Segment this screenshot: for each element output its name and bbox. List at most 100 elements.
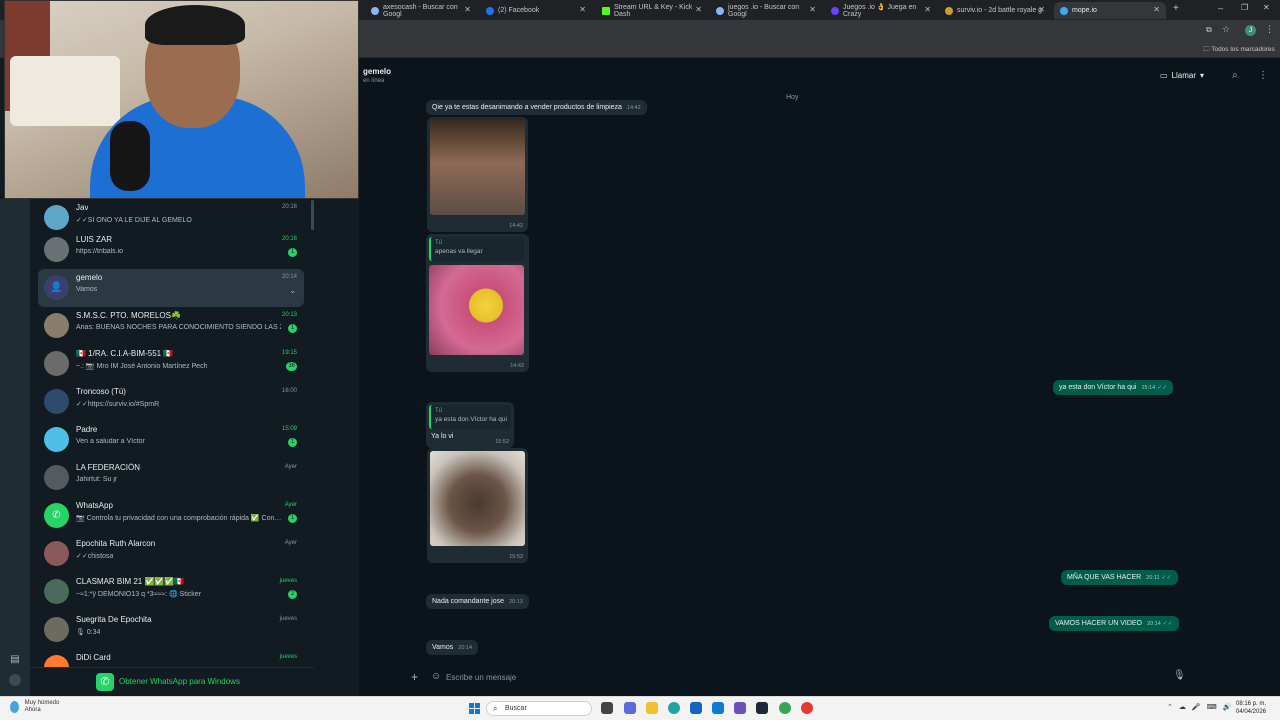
install-icon[interactable]: ⧉ [1206,25,1212,35]
chat-name: Troncoso (Tú) [76,387,126,396]
chat-name: Jav [76,203,89,212]
attach-plus-icon[interactable]: + [411,670,418,684]
profile-avatar[interactable] [9,674,21,686]
close-tab-icon[interactable]: ✕ [809,5,816,14]
chevron-down-icon: ▾ [1200,71,1205,80]
chat-item-clasmar[interactable]: CLASMAR BIM 21 ✅✅✅🇲🇽 ~≈1:*ÿ DEMONIO13 q … [38,573,304,611]
message-outgoing[interactable]: MÑA QUE VAS HACER 20:11 ✓✓ [1061,570,1178,585]
chat-time: 16:00 [281,388,297,394]
browser-tab[interactable]: (2) Facebook ✕ [480,2,592,19]
chat-item-la-federacion[interactable]: LA FEDERACIÓN Jahirtut: Su jr Ayer [38,459,304,497]
chat-item-gemelo[interactable]: 👤 gemelo Vamos 20:14 ⌄ [38,269,304,307]
microphone-icon[interactable]: 🎙 [1173,670,1186,681]
chat-name: LA FEDERACIÓN [76,463,141,472]
message-incoming-reply[interactable]: Tú ya esta don Víctor ha qui Ya lo vi 15… [426,402,514,448]
close-tab-icon[interactable]: ✕ [1153,5,1160,14]
chat-list: Jav ✓✓SI ONO YA LE DIJE AL GEMELO 20:16 … [30,199,314,667]
app-icon[interactable] [734,702,746,714]
steam-icon[interactable] [756,702,768,714]
edge-icon[interactable] [668,702,680,714]
chat-list-scrollbar[interactable] [311,200,314,230]
facebook-icon [486,6,494,15]
call-button[interactable]: ▭ Llamar ▾ [1160,71,1204,80]
webcam-person-hair [145,5,245,45]
kebab-menu-icon[interactable]: ⋮ [1265,24,1274,35]
chat-item-epochita[interactable]: Epochita Ruth Alarcon ✓✓chistosa Ayer [38,535,304,573]
conversation-header[interactable] [359,58,1280,92]
message-input[interactable] [446,670,1146,685]
chat-item-smsc[interactable]: S.M.S.C. PTO. MORELOS☘️ Arias: BUENAS NO… [38,307,304,345]
avatar [44,541,69,566]
media-icon[interactable]: ▤ [9,654,21,666]
browser-tab[interactable]: Juegos .io 👌 Juega en Crazy ✕ [825,2,937,19]
message-incoming[interactable]: Vamos 20:14 [426,640,479,655]
chat-name: DiDi Card [76,653,111,662]
minimize-icon[interactable]: – [1218,3,1223,13]
close-window-icon[interactable]: ✕ [1263,3,1270,12]
chat-time: 20:14 [281,274,297,280]
message-outgoing[interactable]: VAMOS HACER UN VIDEO 20:14 ✓✓ [1049,616,1179,631]
message-incoming[interactable]: Nada comandante jose 20:13 [426,594,529,609]
chat-name: S.M.S.C. PTO. MORELOS☘️ [76,311,181,320]
sticker-image[interactable] [429,265,524,355]
nav-rail: ▤ [0,199,30,696]
message-outgoing[interactable]: ya esta don Víctor ha qui 15:14 ✓✓ [1053,380,1174,395]
start-button[interactable] [469,703,480,714]
get-whatsapp-link[interactable]: Obtener WhatsApp para Windows [119,677,240,686]
kebab-menu-icon[interactable]: ⋮ [1258,70,1268,81]
all-bookmarks-link[interactable]: 🗀 Todos los marcadores [1203,45,1275,56]
chat-time: jueves [279,654,297,660]
chat-item-suegrita[interactable]: Suegrita De Epochita 🎙 0:34 jueves [38,611,304,649]
profile-avatar[interactable]: J [1245,25,1256,36]
chat-time: jueves [279,616,297,622]
taskbar-search[interactable]: ⌕ Buscar [486,701,592,716]
teams-icon[interactable] [624,702,636,714]
browser-tab-active[interactable]: mope.io ✕ [1054,2,1166,19]
image-message[interactable]: 14:42 [427,117,528,232]
get-whatsapp-banner[interactable]: ✆ Obtener WhatsApp para Windows [30,667,314,696]
emoji-icon[interactable]: ☺ [431,671,441,682]
close-tab-icon[interactable]: ✕ [924,5,931,14]
chat-item-didi-card[interactable]: DiDi Card jueves [38,649,304,667]
chat-item-luis-zar[interactable]: LUIS ZAR https://tribals.io 20:16 1 [38,231,304,269]
chat-item-whatsapp[interactable]: ✆ WhatsApp 📷 Controla tu privacidad con … [38,497,304,535]
conversation-title[interactable]: gemelo [363,67,391,76]
browser-tab[interactable]: Stream URL & Key - Kick Dash ✕ [596,2,708,19]
close-tab-icon[interactable]: ✕ [464,5,471,14]
browser-tab[interactable]: juegos .io - Buscar con Googl ✕ [710,2,822,19]
chat-preview: ~.: 📷 Mro IM José Antonio Martínez Pech [76,363,208,370]
close-tab-icon[interactable]: ✕ [1038,5,1045,14]
chat-item-troncoso[interactable]: Troncoso (Tú) ✓✓https://surviv.io/#SpmR … [38,383,304,421]
meme-image[interactable] [430,120,525,215]
close-tab-icon[interactable]: ✕ [695,5,702,14]
chat-item-padre[interactable]: Padre Ven a saludar a Víctor 15:09 1 [38,421,304,459]
new-tab-icon[interactable]: + [1173,3,1179,14]
image-message-reply[interactable]: Tú apenas va llegar 14:42 [426,234,529,372]
chrome-icon[interactable] [779,702,791,714]
browser-tab[interactable]: surviv.io - 2d battle royale g ✕ [939,2,1051,19]
star-icon[interactable]: ☆ [1222,24,1230,35]
file-explorer-icon[interactable] [646,702,658,714]
obs-icon[interactable] [801,702,813,714]
close-tab-icon[interactable]: ✕ [579,5,586,14]
image-message[interactable]: 15:52 [427,448,528,563]
task-view-icon[interactable] [601,702,613,714]
taskbar-clock[interactable]: 08:16 p. m. 04/04/2026 [1236,700,1266,716]
mail-icon[interactable] [712,702,724,714]
search-icon[interactable]: ⌕ [1232,70,1238,81]
restore-icon[interactable]: ❐ [1241,3,1248,12]
message-incoming[interactable]: Qie ya te estas desanimando a vender pro… [426,100,647,115]
store-icon[interactable] [690,702,702,714]
video-icon: ▭ [1160,71,1168,80]
avatar [44,351,69,376]
browser-tab[interactable]: axesocash - Buscar con Googl ✕ [365,2,477,19]
unread-badge: 1 [288,438,297,447]
chevron-down-icon[interactable]: ⌄ [289,286,296,295]
quoted-message[interactable]: Tú ya esta don Víctor ha qui [429,405,511,429]
system-tray[interactable]: ⌃☁🎤⌨🔊 [1167,703,1237,711]
chat-item-cia-bim[interactable]: 🇲🇽 1/RA. C.I.A-BIM-551 🇲🇽 ~.: 📷 Mro IM J… [38,345,304,383]
monkey-image[interactable] [430,451,525,546]
quoted-message[interactable]: Tú apenas va llegar [429,237,524,261]
chat-name: 🇲🇽 1/RA. C.I.A-BIM-551 🇲🇽 [76,349,174,358]
weather-widget[interactable]: Muy húmedo Ahora [10,700,59,714]
